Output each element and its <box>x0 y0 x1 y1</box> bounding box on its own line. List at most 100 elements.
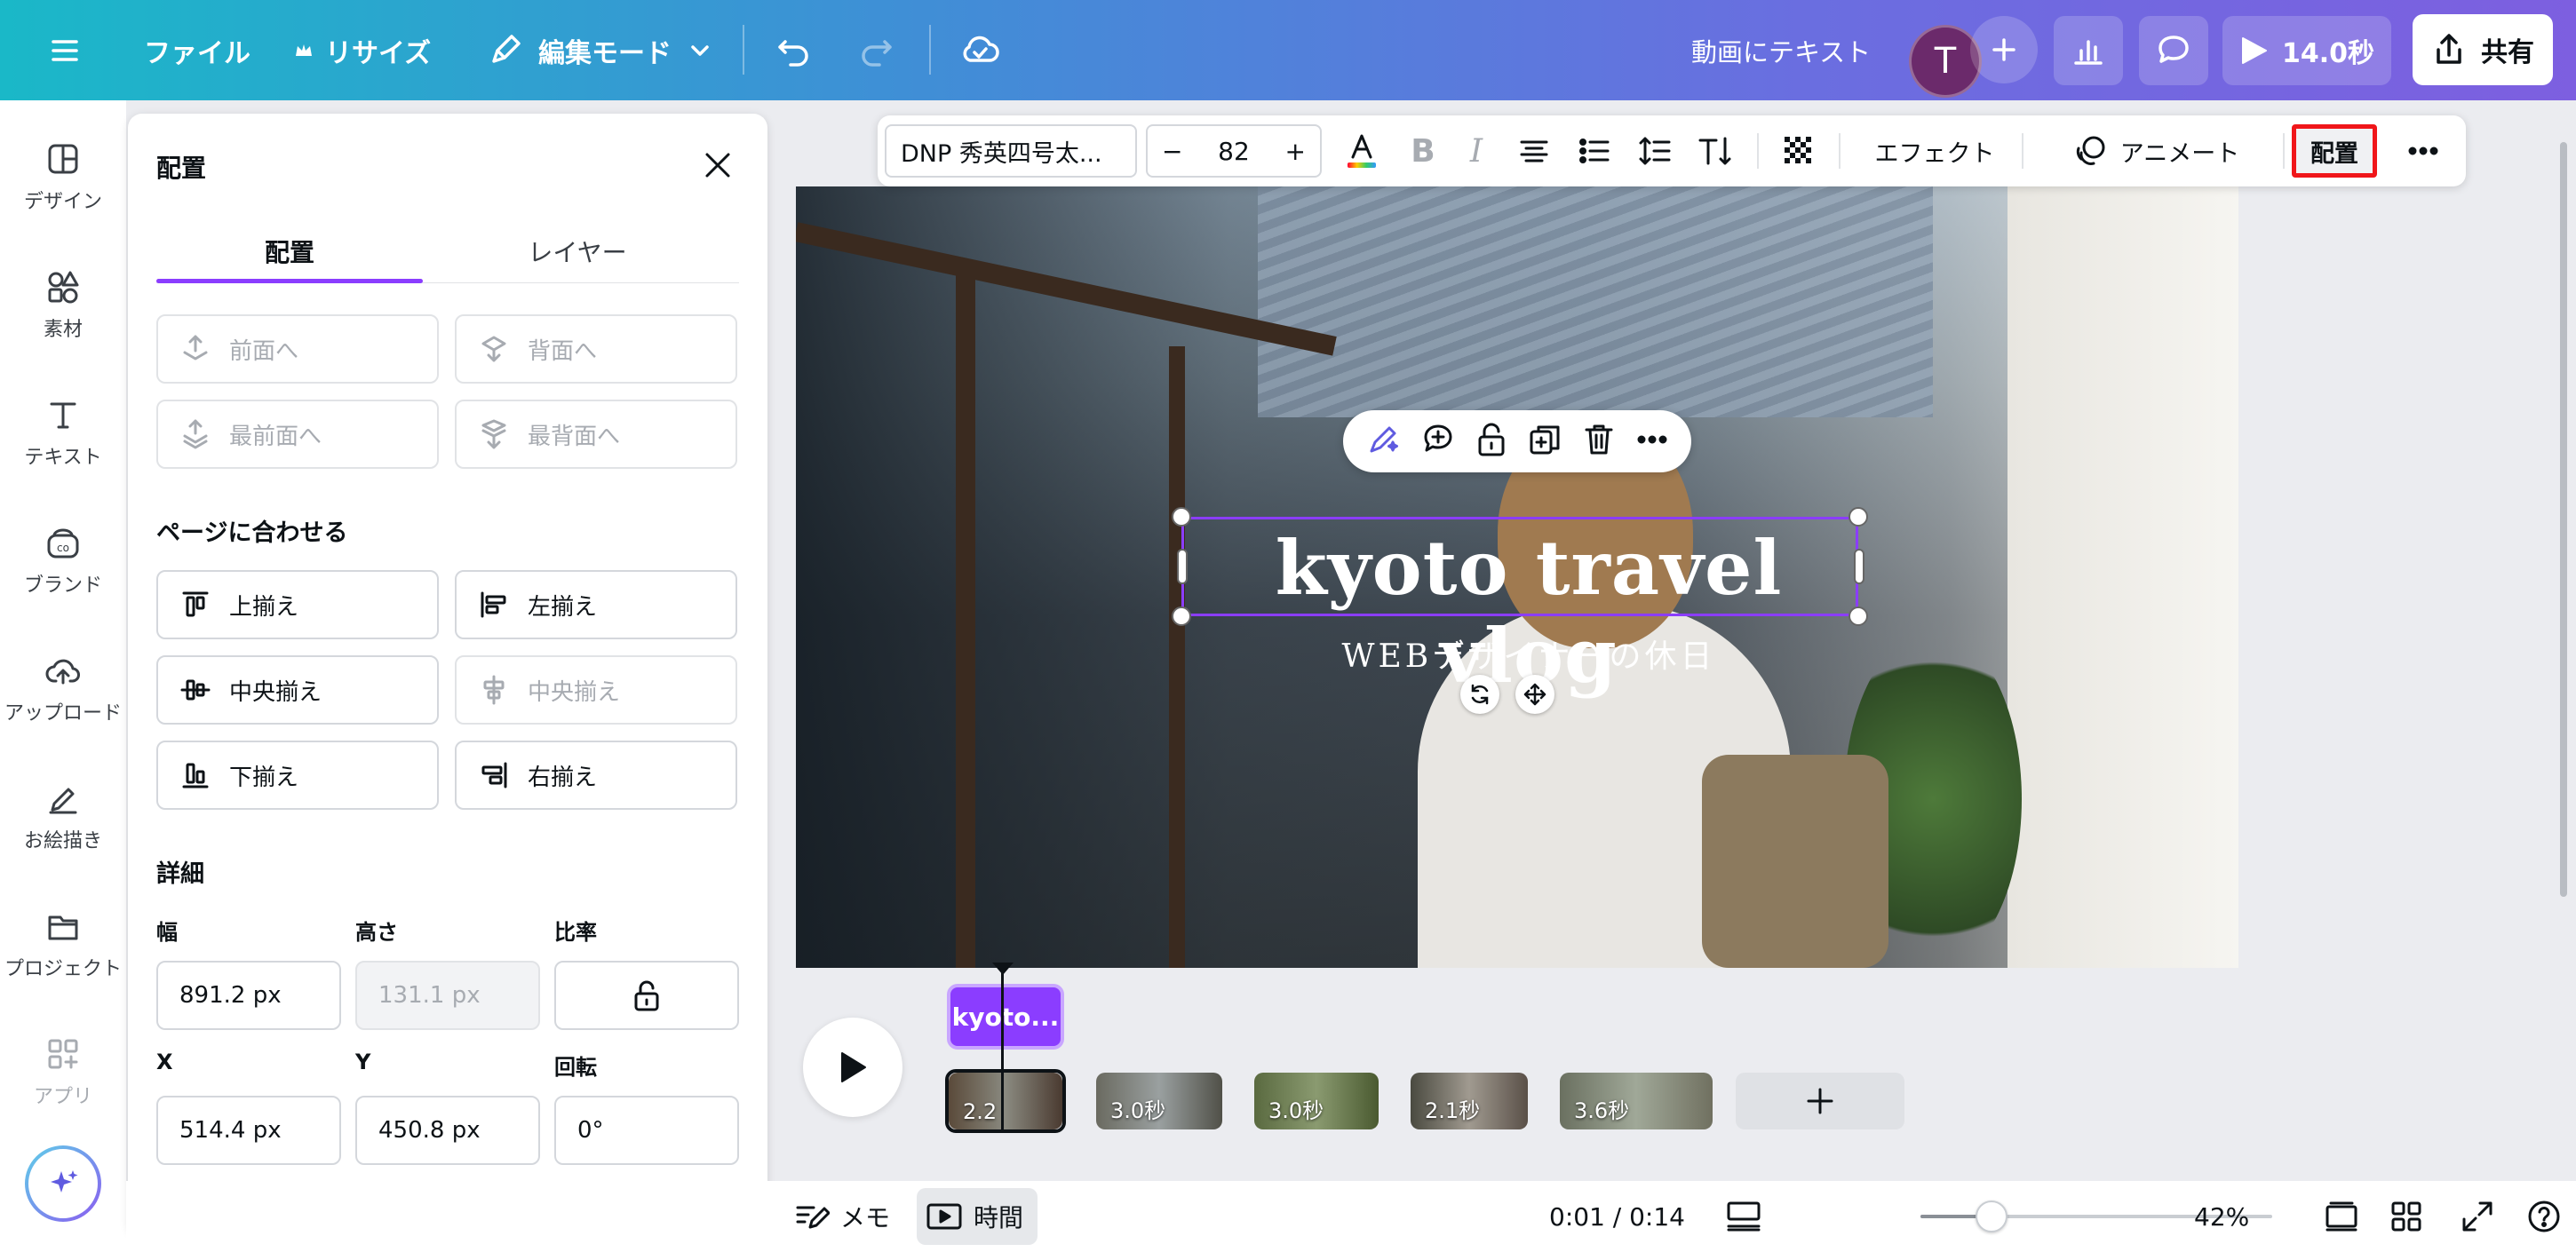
invite-button[interactable] <box>1970 16 2038 83</box>
trash-icon <box>1585 424 1613 455</box>
rail-item-design[interactable]: デザイン <box>0 141 126 214</box>
fullscreen-button[interactable] <box>2461 1181 2494 1252</box>
elements-icon <box>48 271 79 304</box>
move-handle[interactable] <box>1515 675 1554 714</box>
align-left-button[interactable]: 左揃え <box>455 570 737 639</box>
share-button[interactable]: 共有 <box>2413 14 2553 85</box>
font-size-increase[interactable]: + <box>1285 137 1306 166</box>
height-input[interactable]: 131.1 px <box>355 961 540 1030</box>
rotate-handle[interactable] <box>1460 675 1499 714</box>
send-backward-button[interactable]: 背面へ <box>455 314 737 384</box>
rail-item-text[interactable]: テキスト <box>0 397 126 470</box>
lock-button[interactable] <box>1475 421 1508 462</box>
pages-button[interactable] <box>2324 1181 2359 1252</box>
x-input[interactable]: 514.4 px <box>156 1096 341 1165</box>
align-bottom-button[interactable]: 下揃え <box>156 741 439 810</box>
delete-button[interactable] <box>1581 421 1617 462</box>
cloud-save-status[interactable] <box>959 0 1000 100</box>
magic-edit-button[interactable] <box>1364 421 1402 462</box>
side-handle[interactable] <box>1177 549 1188 584</box>
resize-handle[interactable] <box>1849 507 1868 527</box>
text-color-button[interactable] <box>1340 115 1384 186</box>
rail-item-projects[interactable]: プロジェクト <box>0 908 126 981</box>
zoom-value[interactable]: 42% <box>2194 1181 2249 1252</box>
timeline-play-button[interactable] <box>803 1018 902 1117</box>
notes-button[interactable]: メモ <box>794 1181 890 1252</box>
text-align-button[interactable] <box>1512 115 1556 186</box>
more-options-button[interactable] <box>1634 421 1670 462</box>
resize-button[interactable]: リサイズ <box>293 0 431 100</box>
align-top-button[interactable]: 上揃え <box>156 570 439 639</box>
comments-button[interactable] <box>2139 16 2208 85</box>
font-family-select[interactable]: DNP 秀英四号太... <box>885 124 1137 178</box>
file-menu[interactable]: ファイル <box>144 0 250 100</box>
rail-item-brand[interactable]: co ブランド <box>0 525 126 598</box>
video-clip[interactable]: 3.0秒 <box>1096 1073 1222 1129</box>
effects-button[interactable]: エフェクト <box>1855 115 2015 186</box>
video-clip[interactable]: 3.6秒 <box>1560 1073 1713 1129</box>
undo-button[interactable] <box>775 0 814 100</box>
edit-mode-button[interactable]: 編集モード <box>487 0 712 100</box>
align-middle-button[interactable]: 中央揃え <box>156 655 439 725</box>
rail-item-apps[interactable]: アプリ <box>0 1036 126 1109</box>
svg-text:co: co <box>57 542 69 554</box>
background-photo-shoji <box>2008 186 2238 968</box>
italic-button[interactable]: I <box>1457 115 1496 186</box>
magic-assistant-button[interactable] <box>25 1145 101 1222</box>
duplicate-button[interactable] <box>1526 421 1563 462</box>
grid-view-button[interactable] <box>2389 1181 2423 1252</box>
rail-item-uploads[interactable]: アップロード <box>0 653 126 725</box>
timing-button[interactable]: 時間 <box>926 1181 1023 1252</box>
rail-item-elements[interactable]: 素材 <box>0 269 126 342</box>
more-button[interactable] <box>2397 115 2450 186</box>
bring-to-front-button[interactable]: 最前面へ <box>156 400 439 469</box>
list-button[interactable] <box>1572 115 1617 186</box>
bold-button[interactable]: B <box>1403 115 1443 186</box>
canvas-scrollbar[interactable] <box>2560 142 2567 897</box>
add-comment-button[interactable] <box>1419 421 1457 462</box>
playhead[interactable] <box>1001 971 1004 1131</box>
tab-position[interactable]: 配置 <box>156 234 423 269</box>
animate-button[interactable]: アニメート <box>2036 115 2276 186</box>
bring-forward-button[interactable]: 前面へ <box>156 314 439 384</box>
subtitle-text[interactable]: WEBデザイナーの休日 <box>1151 630 1906 677</box>
add-clip-button[interactable] <box>1736 1073 1904 1129</box>
page-view-button[interactable] <box>1725 1181 1762 1252</box>
align-center-button[interactable]: 中央揃え <box>455 655 737 725</box>
spacing-button[interactable] <box>1633 115 1677 186</box>
avatar[interactable]: T <box>1909 25 1982 98</box>
redo-icon <box>862 39 892 67</box>
rail-item-draw[interactable]: お絵描き <box>0 781 126 853</box>
play-preview-button[interactable]: 14.0秒 <box>2222 16 2391 85</box>
y-input[interactable]: 450.8 px <box>355 1096 540 1165</box>
resize-handle[interactable] <box>1849 606 1868 626</box>
plus-icon <box>1992 38 2015 61</box>
zoom-slider-knob[interactable] <box>1976 1200 2008 1232</box>
vertical-text-button[interactable] <box>1693 115 1737 186</box>
video-clip[interactable]: 2.1秒 <box>1411 1073 1528 1129</box>
video-clip[interactable]: 3.0秒 <box>1254 1073 1379 1129</box>
align-right-button[interactable]: 右揃え <box>455 741 737 810</box>
font-size-decrease[interactable]: − <box>1162 137 1182 166</box>
rotation-input[interactable]: 0° <box>554 1096 739 1165</box>
resize-handle[interactable] <box>1172 507 1191 527</box>
lock-ratio-button[interactable] <box>554 961 739 1030</box>
send-to-back-button[interactable]: 最背面へ <box>455 400 737 469</box>
rotation-label: 回転 <box>554 1055 597 1080</box>
text-track-clip[interactable]: kyoto... <box>947 984 1064 1050</box>
width-input[interactable]: 891.2 px <box>156 961 341 1030</box>
resize-handle[interactable] <box>1172 606 1191 626</box>
redo-button[interactable] <box>856 0 895 100</box>
position-button[interactable]: 配置 <box>2292 124 2377 178</box>
menu-button[interactable] <box>48 0 82 100</box>
design-canvas[interactable]: kyoto travel vlog WEBデザイナーの休日 <box>796 186 2238 968</box>
help-button[interactable] <box>2526 1181 2562 1252</box>
tab-layers[interactable]: レイヤー <box>444 234 711 269</box>
document-title[interactable]: 動画にテキスト <box>1691 0 1871 100</box>
side-handle[interactable] <box>1854 549 1864 584</box>
animate-icon <box>2076 136 2105 165</box>
transparency-button[interactable] <box>1777 115 1821 186</box>
panel-close-button[interactable] <box>698 146 737 185</box>
font-size-value[interactable]: 82 <box>1218 137 1250 166</box>
insights-button[interactable] <box>2054 16 2123 85</box>
